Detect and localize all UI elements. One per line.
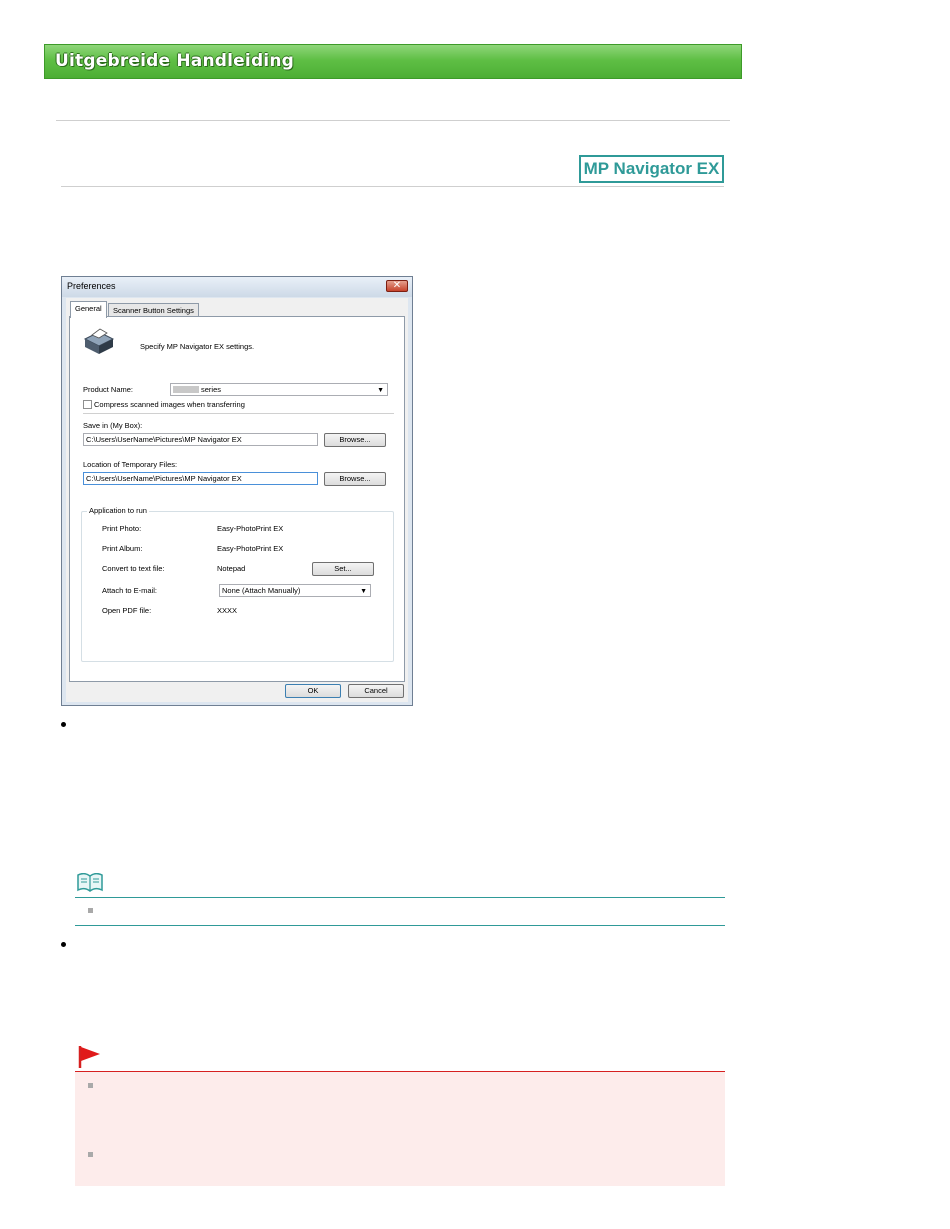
product-name-select[interactable]: series ▼	[170, 383, 388, 396]
set-button[interactable]: Set...	[312, 562, 374, 576]
preferences-dialog: Preferences ✕ General Scanner Button Set…	[61, 276, 413, 706]
temp-location-browse-button[interactable]: Browse...	[324, 472, 386, 486]
section-divider	[83, 413, 394, 414]
temp-location-label: Location of Temporary Files:	[83, 460, 178, 469]
scanner-icon	[83, 328, 115, 354]
red-flag-icon	[78, 1046, 100, 1068]
important-list-marker	[88, 1083, 93, 1088]
general-tab-panel: Specify MP Navigator EX settings. Produc…	[69, 316, 405, 682]
attach-email-value: None (Attach Manually)	[222, 586, 301, 595]
redacted-model-name	[173, 386, 199, 393]
attach-email-label: Attach to E-mail:	[102, 586, 158, 595]
dialog-body: General Scanner Button Settings Specify …	[66, 298, 408, 702]
title-divider	[61, 186, 724, 187]
attach-email-select[interactable]: None (Attach Manually) ▼	[219, 584, 371, 597]
print-album-value: Easy-PhotoPrint EX	[217, 544, 284, 553]
manual-title: Uitgebreide Handleiding	[55, 51, 295, 71]
convert-text-value: Notepad	[217, 564, 246, 573]
chevron-down-icon: ▼	[360, 588, 367, 595]
product-badge: MP Navigator EX	[579, 155, 724, 183]
save-in-browse-button[interactable]: Browse...	[324, 433, 386, 447]
compress-checkbox[interactable]	[83, 400, 92, 409]
tab-general[interactable]: General	[70, 301, 107, 318]
product-name-value: series	[201, 385, 222, 394]
bullet-point	[61, 722, 66, 727]
compress-checkbox-label: Compress scanned images when transferrin…	[94, 400, 245, 409]
note-list-marker	[88, 908, 93, 913]
open-pdf-value: XXXX	[217, 606, 238, 615]
group-title: Application to run	[87, 506, 149, 515]
temp-location-field[interactable]: C:\Users\UserName\Pictures\MP Navigator …	[83, 472, 318, 485]
dialog-titlebar: Preferences ✕	[62, 277, 412, 297]
settings-description: Specify MP Navigator EX settings.	[140, 342, 255, 351]
note-bottom-divider	[75, 925, 725, 926]
convert-text-label: Convert to text file:	[102, 564, 165, 573]
print-photo-value: Easy-PhotoPrint EX	[217, 524, 284, 533]
save-in-label: Save in (My Box):	[83, 421, 143, 430]
note-divider	[75, 897, 725, 898]
product-name-label: Product Name:	[83, 385, 134, 394]
print-photo-label: Print Photo:	[102, 524, 142, 533]
important-box	[75, 1071, 725, 1186]
ok-button[interactable]: OK	[285, 684, 341, 698]
save-in-field[interactable]: C:\Users\UserName\Pictures\MP Navigator …	[83, 433, 318, 446]
manual-header-banner: Uitgebreide Handleiding	[44, 44, 742, 79]
bullet-point	[61, 942, 66, 947]
dialog-title: Preferences	[67, 281, 116, 291]
print-album-label: Print Album:	[102, 544, 143, 553]
cancel-button[interactable]: Cancel	[348, 684, 404, 698]
important-list-marker	[88, 1152, 93, 1157]
chevron-down-icon: ▼	[377, 387, 384, 394]
close-icon[interactable]: ✕	[386, 280, 408, 292]
open-book-icon	[77, 873, 103, 892]
open-pdf-label: Open PDF file:	[102, 606, 152, 615]
application-to-run-group: Application to run Print Photo: Easy-Pho…	[81, 506, 394, 662]
header-divider	[56, 120, 730, 121]
